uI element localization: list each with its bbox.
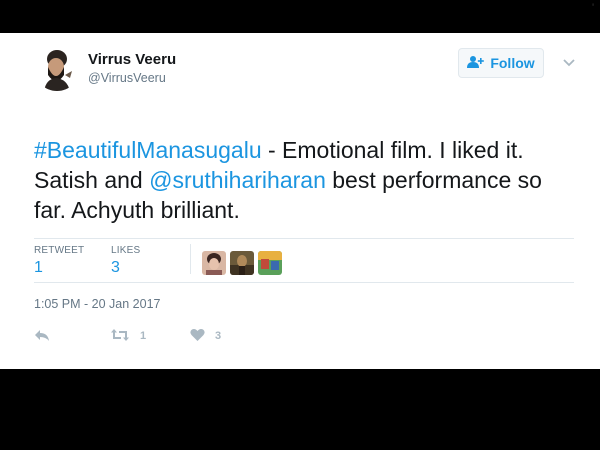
retweet-icon: [110, 328, 130, 345]
author-name[interactable]: Virrus Veeru: [88, 51, 176, 68]
likes-stat-label: LIKES: [111, 245, 141, 256]
avatar[interactable]: [34, 45, 80, 91]
likes-stat-count[interactable]: 3: [111, 259, 120, 277]
like-action[interactable]: 3: [190, 328, 222, 345]
author-handle[interactable]: @VirrusVeeru: [88, 71, 166, 85]
hashtag-link[interactable]: #BeautifulManasugalu: [34, 137, 262, 163]
liker-avatar[interactable]: [258, 251, 282, 275]
reply-icon: [34, 328, 50, 345]
liker-avatar[interactable]: [202, 251, 226, 275]
liker-avatar[interactable]: [230, 251, 254, 275]
tweet-timestamp[interactable]: 1:05 PM - 20 Jan 2017: [34, 297, 160, 311]
retweet-action-count: 1: [140, 330, 147, 342]
heart-icon: [190, 328, 205, 345]
reply-action[interactable]: [34, 329, 50, 343]
retweet-stat-label: RETWEET: [34, 245, 85, 256]
follow-label: Follow: [490, 55, 535, 71]
mention-link[interactable]: @sruthihariharan: [149, 167, 326, 193]
stats-divider: [190, 244, 191, 274]
stray-mark: ': [592, 2, 595, 14]
follow-button[interactable]: Follow: [458, 48, 544, 78]
divider: [34, 238, 574, 239]
tweet-text: #BeautifulManasugalu - Emotional film. I…: [34, 135, 574, 225]
chevron-down-icon[interactable]: [562, 56, 576, 70]
tweet-header: Virrus Veeru @VirrusVeeru Follow: [34, 45, 582, 91]
divider: [34, 282, 574, 283]
add-user-icon: [467, 55, 485, 72]
bottom-black-bar: [0, 369, 600, 450]
retweet-stat-count[interactable]: 1: [34, 259, 43, 277]
retweet-action[interactable]: 1: [110, 328, 147, 345]
top-black-bar: [0, 0, 600, 33]
like-action-count: 3: [215, 330, 222, 342]
